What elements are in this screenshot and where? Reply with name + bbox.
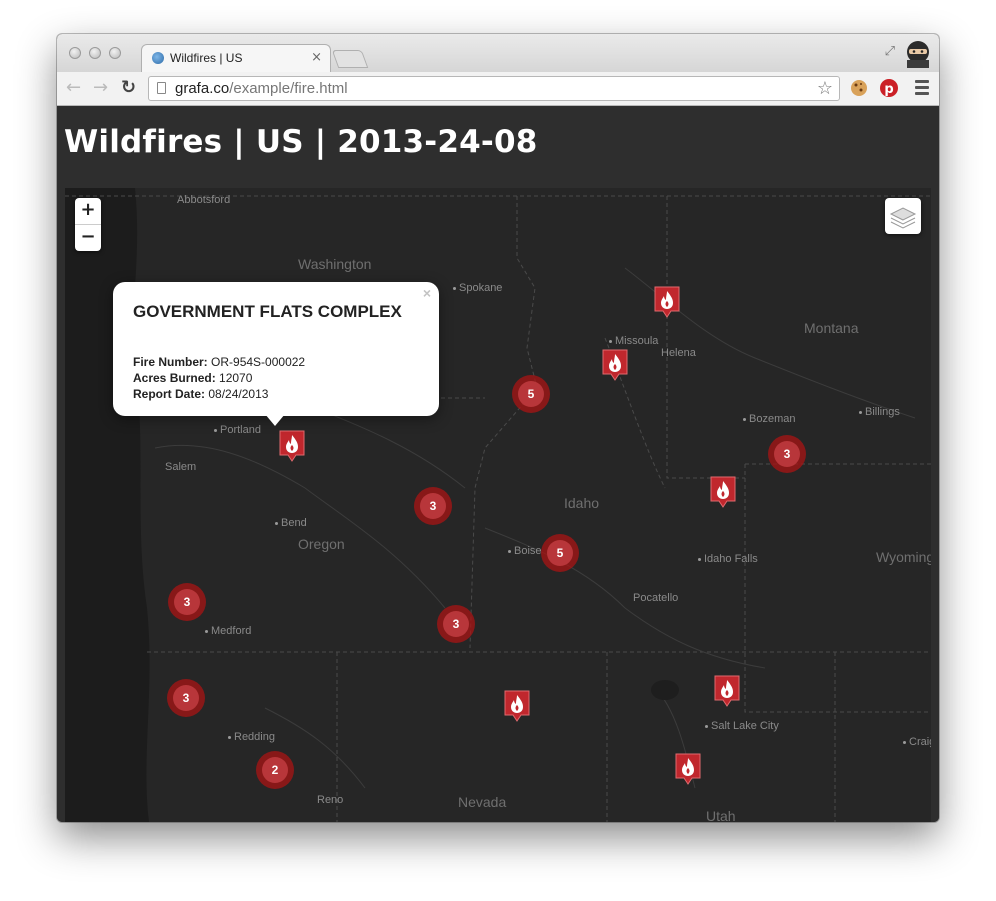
region-label: Washington: [298, 256, 372, 272]
place-label: Portland: [214, 424, 261, 436]
fullscreen-icon[interactable]: ⤢: [885, 44, 895, 59]
user-avatar-icon[interactable]: [903, 38, 933, 68]
fire-marker[interactable]: [279, 430, 305, 464]
browser-window: Wildfires | US × ⤢ ← → ↻ grafa.co/exampl…: [57, 34, 939, 822]
bookmark-star-icon[interactable]: ☆: [817, 78, 833, 99]
svg-text:p: p: [884, 82, 893, 97]
layers-button[interactable]: [885, 198, 921, 234]
pinterest-icon[interactable]: p: [879, 78, 899, 98]
fire-cluster[interactable]: 3: [768, 435, 806, 473]
zoom-control: + −: [75, 198, 101, 251]
place-label: Redding: [228, 731, 275, 743]
tab-bar: Wildfires | US × ⤢: [57, 34, 939, 72]
globe-icon: [152, 52, 164, 64]
fire-cluster[interactable]: 3: [437, 605, 475, 643]
zoom-in-button[interactable]: +: [75, 198, 101, 225]
layers-icon: [889, 207, 917, 229]
region-label: Oregon: [298, 536, 345, 552]
place-label: Spokane: [453, 282, 502, 294]
fire-marker[interactable]: [602, 349, 628, 383]
fire-marker[interactable]: [710, 476, 736, 510]
region-label: Nevada: [458, 794, 507, 810]
place-label: Missoula: [609, 335, 658, 347]
fire-cluster[interactable]: 5: [541, 534, 579, 572]
place-label: Bend: [275, 517, 307, 529]
wildfire-map[interactable]: Abbotsford Spokane Missoula Helena Bozem…: [65, 188, 931, 822]
place-label: Bozeman: [743, 413, 795, 425]
minimize-window-button[interactable]: [89, 47, 101, 59]
zoom-window-button[interactable]: [109, 47, 121, 59]
place-label: Craig: [903, 736, 931, 748]
cluster-count: 3: [173, 685, 199, 711]
popup-tip: [265, 414, 285, 426]
tab-close-button[interactable]: ×: [311, 50, 322, 65]
place-label: Idaho Falls: [698, 553, 758, 565]
forward-arrow-icon[interactable]: →: [93, 77, 108, 98]
cluster-count: 5: [547, 540, 573, 566]
fire-cluster[interactable]: 3: [168, 583, 206, 621]
fire-marker[interactable]: [654, 286, 680, 320]
popup-close-button[interactable]: ×: [423, 285, 431, 301]
page-content: Wildfires | US | 2013-24-08 Abbotsford S…: [57, 106, 939, 822]
fire-marker[interactable]: [675, 753, 701, 787]
zoom-out-button[interactable]: −: [75, 225, 101, 251]
report-date-row: Report Date: 08/24/2013: [133, 387, 269, 401]
place-label: Salt Lake City: [705, 720, 779, 732]
place-label: Pocatello: [633, 592, 679, 604]
address-bar[interactable]: grafa.co/example/fire.html ☆: [148, 76, 840, 101]
place-label: Reno: [317, 794, 344, 806]
page-title: Wildfires | US | 2013-24-08: [64, 124, 538, 160]
place-label: Boise: [508, 545, 542, 557]
reload-icon[interactable]: ↻: [121, 77, 136, 98]
place-label: Salem: [165, 461, 197, 473]
tab-wildfires[interactable]: Wildfires | US ×: [141, 44, 331, 72]
place-label: Helena: [661, 347, 696, 359]
place-label: Billings: [859, 406, 900, 418]
cluster-count: 3: [443, 611, 469, 637]
region-label: Utah: [706, 808, 736, 822]
acres-burned-row: Acres Burned: 12070: [133, 371, 253, 385]
region-label: Idaho: [564, 495, 600, 511]
cluster-count: 5: [518, 381, 544, 407]
browser-toolbar: ← → ↻ grafa.co/example/fire.html ☆ p: [57, 72, 939, 106]
fire-marker[interactable]: [504, 690, 530, 724]
cookie-icon[interactable]: [849, 78, 869, 98]
region-label: Montana: [804, 320, 859, 336]
tab-title: Wildfires | US: [170, 51, 243, 65]
cluster-count: 2: [262, 757, 288, 783]
fire-cluster[interactable]: 3: [414, 487, 452, 525]
fire-number-row: Fire Number: OR-954S-000022: [133, 355, 306, 369]
cluster-count: 3: [774, 441, 800, 467]
cluster-count: 3: [174, 589, 200, 615]
menu-icon[interactable]: [915, 80, 929, 98]
back-arrow-icon[interactable]: ←: [66, 77, 81, 98]
new-tab-button[interactable]: [331, 50, 369, 68]
popup-title: GOVERNMENT FLATS COMPLEX: [133, 302, 402, 321]
cluster-count: 3: [420, 493, 446, 519]
fire-cluster[interactable]: 3: [167, 679, 205, 717]
region-label: Wyoming: [876, 549, 931, 565]
place-label: Abbotsford: [177, 194, 231, 206]
fire-info-popup: × GOVERNMENT FLATS COMPLEX Fire Number: …: [113, 282, 439, 426]
url-text[interactable]: grafa.co/example/fire.html: [175, 80, 348, 97]
fire-cluster[interactable]: 2: [256, 751, 294, 789]
close-window-button[interactable]: [69, 47, 81, 59]
page-icon: [157, 82, 166, 94]
fire-marker[interactable]: [714, 675, 740, 709]
fire-cluster[interactable]: 5: [512, 375, 550, 413]
place-label: Medford: [205, 625, 251, 637]
